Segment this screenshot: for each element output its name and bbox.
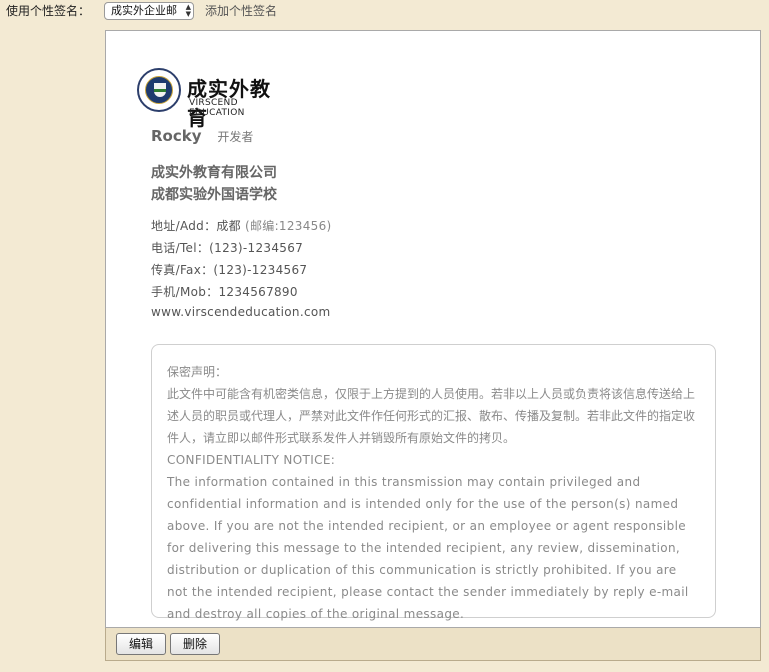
add-signature-link[interactable]: 添加个性签名 bbox=[205, 2, 277, 19]
confidentiality-notice: 保密声明： 此文件中可能含有机密类信息，仅限于上方提到的人员使用。若非以上人员或… bbox=[151, 344, 716, 621]
notice-body-cn: 此文件中可能含有机密类信息，仅限于上方提到的人员使用。若非以上人员或负责将该信息… bbox=[167, 387, 696, 445]
logo-english-name: VIRSCEND EDUCATION bbox=[189, 98, 245, 118]
address-text: 地址/Add：成都 bbox=[151, 219, 241, 233]
notice-body-en: The information contained in this transm… bbox=[167, 475, 689, 621]
signature-select[interactable]: 成实外企业邮 ▲ ▼ bbox=[104, 2, 194, 20]
name-row: Rocky 开发者 bbox=[151, 127, 253, 145]
website-line: www.virscendeducation.com bbox=[151, 305, 331, 319]
select-arrows-icon: ▲ ▼ bbox=[185, 3, 191, 18]
person-name: Rocky bbox=[151, 127, 202, 145]
signature-selector-row: 使用个性签名： 成实外企业邮 ▲ ▼ 添加个性签名 bbox=[0, 0, 769, 24]
school-name: 成都实验外国语学校 bbox=[151, 187, 277, 203]
person-title: 开发者 bbox=[217, 130, 254, 144]
notice-heading-en: CONFIDENTIALITY NOTICE: bbox=[167, 453, 336, 467]
notice-heading-cn: 保密声明： bbox=[167, 365, 228, 379]
zip-code: (邮编:123456) bbox=[244, 219, 332, 233]
company-name: 成实外教育有限公司 bbox=[151, 165, 277, 181]
signature-select-value: 成实外企业邮 bbox=[111, 4, 177, 17]
edit-button[interactable]: 编辑 bbox=[116, 633, 166, 655]
action-bar: 编辑 删除 bbox=[105, 628, 761, 661]
fax-line: 传真/Fax：(123)-1234567 bbox=[151, 263, 308, 277]
company-logo: 成实外教育 VIRSCEND EDUCATION bbox=[137, 68, 287, 130]
delete-button[interactable]: 删除 bbox=[170, 633, 220, 655]
signature-label: 使用个性签名： bbox=[6, 4, 91, 18]
address-line: 地址/Add：成都 (邮编:123456) bbox=[151, 217, 332, 234]
signature-preview: 成实外教育 VIRSCEND EDUCATION Rocky 开发者 成实外教育… bbox=[105, 30, 761, 628]
tel-line: 电话/Tel：(123)-1234567 bbox=[151, 241, 304, 255]
mobile-line: 手机/Mob：1234567890 bbox=[151, 285, 298, 299]
school-seal-icon bbox=[137, 68, 181, 112]
